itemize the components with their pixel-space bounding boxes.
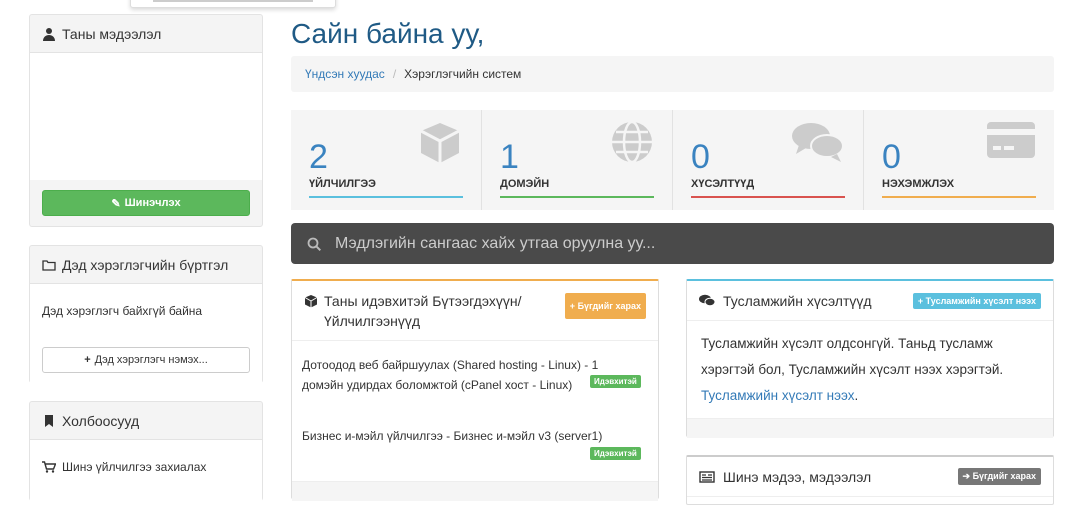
stat-services-value: 2 xyxy=(309,138,328,176)
stat-tickets-bar xyxy=(691,196,845,198)
shopping-cart-icon xyxy=(42,461,56,473)
stat-services[interactable]: 2 ҮЙЛЧИЛГЭЭ xyxy=(291,110,482,210)
breadcrumb-home-link[interactable]: Үндсэн хуудас xyxy=(305,67,385,81)
link-new-order[interactable]: Шинэ үйлчилгээ захиалах xyxy=(42,460,250,474)
services-view-all-label: Бүгдийг харах xyxy=(577,301,641,311)
support-link-period: . xyxy=(854,388,859,403)
service-status-badge: Идэвхитэй xyxy=(590,447,641,460)
update-profile-button[interactable]: ✎ Шинэчлэх xyxy=(42,190,250,216)
folder-icon xyxy=(42,259,56,271)
news-view-all-button[interactable]: ➔ Бүгдийг харах xyxy=(957,468,1041,485)
cube-icon xyxy=(420,123,460,163)
support-message: Тусламжийн хүсэлт олдсонгүй. Таньд тусла… xyxy=(701,336,1004,377)
globe-icon xyxy=(612,120,652,164)
breadcrumb-separator: / xyxy=(392,67,397,81)
open-ticket-button[interactable]: + Тусламжийн хүсэлт нээх xyxy=(912,292,1041,309)
links-panel: Холбоосууд Шинэ үйлчилгээ захиалах xyxy=(29,401,263,502)
breadcrumb-current: Хэрэглэгчийн систем xyxy=(404,67,522,81)
news-box-header: Шинэ мэдээ, мэдээлэл ➔ Бүгдийг харах xyxy=(687,457,1053,497)
search-input[interactable]: Мэдлэгийн сангаас хайх утгаа оруулна уу.… xyxy=(335,235,655,253)
stat-domains-label: ДОМЭЙН xyxy=(500,178,550,190)
plus-icon: + xyxy=(84,354,91,366)
subusers-panel: Дэд хэрэглэгчийн бүртгэл Дэд хэрэглэгч б… xyxy=(29,245,263,383)
comments-icon xyxy=(792,123,844,162)
stat-invoices-label: НЭХЭМЖЛЭХ xyxy=(882,178,955,190)
service-item-name: Бизнес и-мэйл үйлчилгээ - Бизнес и-мэйл … xyxy=(302,429,603,443)
pencil-icon: ✎ xyxy=(111,197,121,210)
stat-invoices[interactable]: 0 НЭХЭМЖЛЭХ xyxy=(864,110,1054,210)
service-item[interactable]: Бизнес и-мэйл үйлчилгээ - Бизнес и-мэйл … xyxy=(302,426,642,446)
page-title: Сайн байна уу, xyxy=(291,18,485,49)
news-view-all-label: Бүгдийг харах xyxy=(972,471,1036,481)
add-subuser-button[interactable]: + Дэд хэрэглэгч нэмэх... xyxy=(42,347,250,373)
news-box-title: Шинэ мэдээ, мэдээлэл xyxy=(723,468,872,485)
stat-tickets-value: 0 xyxy=(691,138,710,176)
services-box-title: Таны идэвхитэй Бүтээгдэхүүн/ Үйлчилгээнү… xyxy=(324,293,522,329)
search-icon xyxy=(307,237,321,251)
profile-panel: Таны мэдээлэл ✎ Шинэчлэх xyxy=(29,14,263,227)
support-box-body: Тусламжийн хүсэлт олдсонгүй. Таньд тусла… xyxy=(687,321,1053,419)
service-item-name: Дотоодод веб байршуулах (Shared hosting … xyxy=(302,358,599,392)
knowledgebase-search[interactable]: Мэдлэгийн сангаас хайх утгаа оруулна уу.… xyxy=(291,223,1054,264)
support-box: Тусламжийн хүсэлтүүд + Тусламжийн хүсэлт… xyxy=(686,279,1054,438)
support-box-header: Тусламжийн хүсэлтүүд + Тусламжийн хүсэлт… xyxy=(687,281,1053,321)
profile-panel-title: Таны мэдээлэл xyxy=(62,25,162,42)
subusers-panel-title: Дэд хэрэглэгчийн бүртгэл xyxy=(62,256,229,273)
cube-icon xyxy=(304,295,318,308)
bookmark-icon xyxy=(45,414,53,427)
dropdown-tooltip xyxy=(130,0,336,8)
credit-card-icon xyxy=(987,122,1035,158)
stats-row: 2 ҮЙЛЧИЛГЭЭ 1 ДОМЭЙН 0 ХҮСЭЛТҮҮД 0 НЭХЭМ… xyxy=(291,110,1054,210)
stat-invoices-bar xyxy=(882,196,1036,198)
service-status-badge: Идэвхитэй xyxy=(590,375,641,388)
stat-domains-value: 1 xyxy=(500,138,519,176)
news-box: Шинэ мэдээ, мэдээлэл ➔ Бүгдийг харах xyxy=(686,455,1054,505)
stat-services-bar xyxy=(309,196,463,198)
open-ticket-label: Тусламжийн хүсэлт нээх xyxy=(925,295,1036,306)
open-ticket-link[interactable]: Тусламжийн хүсэлт нээх xyxy=(701,388,854,403)
stat-tickets-label: ХҮСЭЛТҮҮД xyxy=(691,178,755,190)
update-profile-label: Шинэчлэх xyxy=(124,197,181,209)
stat-domains[interactable]: 1 ДОМЭЙН xyxy=(482,110,673,210)
comments-icon xyxy=(699,294,715,307)
links-panel-title: Холбоосууд xyxy=(62,412,140,429)
user-icon xyxy=(43,27,55,41)
profile-panel-body xyxy=(30,53,262,180)
newspaper-icon xyxy=(699,470,715,483)
services-box-footer xyxy=(292,481,658,501)
services-view-all-button[interactable]: + Бүгдийг харах xyxy=(564,293,646,319)
stat-domains-bar xyxy=(500,196,654,198)
links-panel-body: Шинэ үйлчилгээ захиалах xyxy=(30,440,262,502)
add-subuser-label: Дэд хэрэглэгч нэмэх... xyxy=(94,354,208,366)
services-box: Таны идэвхитэй Бүтээгдэхүүн/ Үйлчилгээнү… xyxy=(291,279,659,501)
links-panel-header: Холбоосууд xyxy=(30,402,262,440)
support-box-footer xyxy=(687,418,1053,438)
subusers-panel-header: Дэд хэрэглэгчийн бүртгэл xyxy=(30,246,262,284)
breadcrumb: Үндсэн хуудас / Хэрэглэгчийн систем xyxy=(291,56,1054,92)
services-box-header: Таны идэвхитэй Бүтээгдэхүүн/ Үйлчилгээнү… xyxy=(292,281,658,341)
profile-panel-header: Таны мэдээлэл xyxy=(30,15,262,53)
stat-invoices-value: 0 xyxy=(882,138,901,176)
stat-tickets[interactable]: 0 ХҮСЭЛТҮҮД xyxy=(673,110,864,210)
stat-services-label: ҮЙЛЧИЛГЭЭ xyxy=(309,178,376,190)
support-box-title: Тусламжийн хүсэлтүүд xyxy=(723,292,872,309)
link-new-order-label: Шинэ үйлчилгээ захиалах xyxy=(62,460,207,474)
subusers-empty-text: Дэд хэрэглэгч байхгүй байна xyxy=(42,304,203,318)
